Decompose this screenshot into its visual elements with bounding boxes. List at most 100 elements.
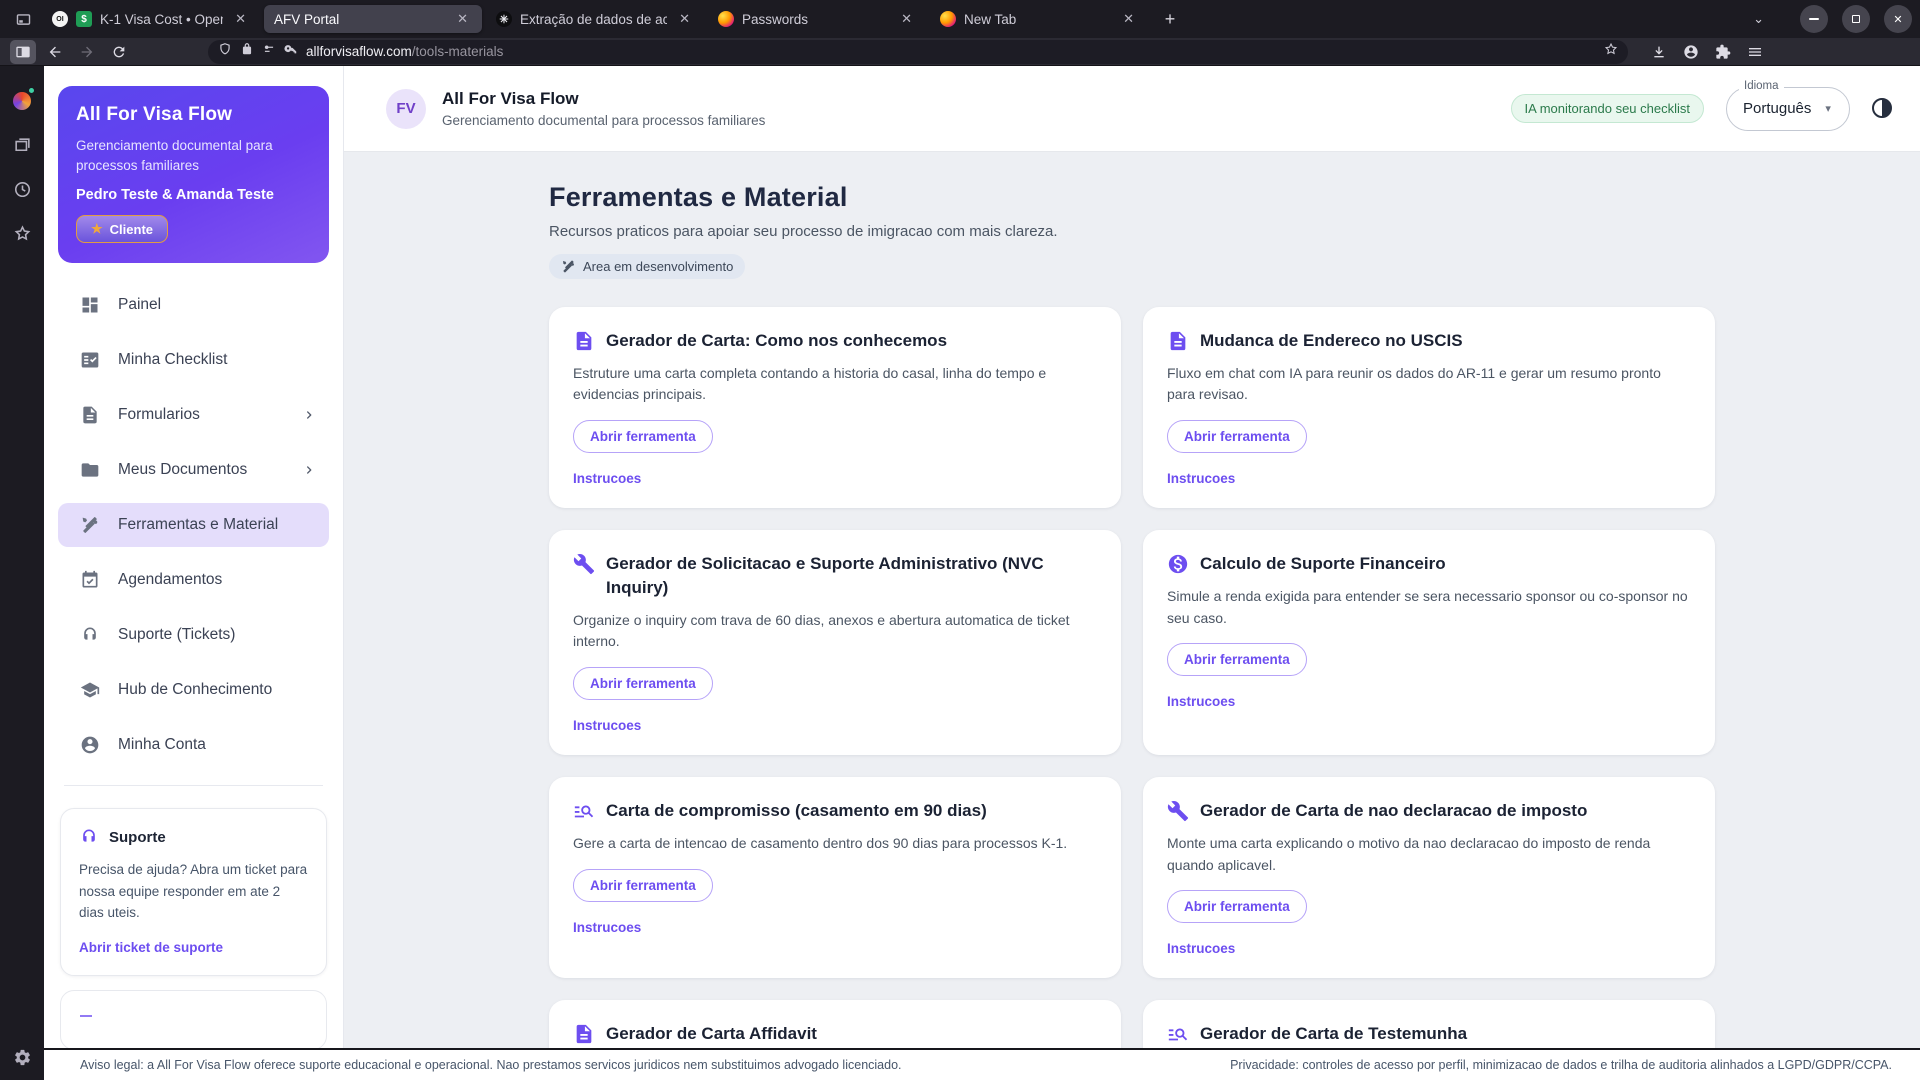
close-window-button[interactable]: ✕ — [1884, 5, 1912, 33]
key-icon[interactable] — [284, 42, 298, 61]
chevron-right-icon — [301, 462, 317, 478]
sidebar-item-label: Formularios — [118, 406, 301, 424]
sidebar-item-meus-documentos[interactable]: Meus Documentos — [58, 448, 329, 492]
instructions-link[interactable]: Instrucoes — [1167, 694, 1691, 709]
dev-area-badge: Area em desenvolvimento — [549, 254, 745, 279]
settings-gear-icon[interactable] — [11, 1046, 33, 1068]
legal-footer: Aviso legal: a All For Visa Flow oferece… — [44, 1048, 1920, 1080]
support-card-title: Suporte — [109, 829, 166, 846]
tool-card: Gerador de Carta de nao declaracao de im… — [1143, 777, 1715, 978]
sidebar-item-hub-de-conhecimento[interactable]: Hub de Conhecimento — [58, 668, 329, 712]
wrench-icon — [1167, 800, 1189, 822]
sidebar-item-ferramentas-e-material[interactable]: Ferramentas e Material — [58, 503, 329, 547]
tool-card-title: Gerador de Carta de nao declaracao de im… — [1200, 799, 1587, 823]
history-clock-icon[interactable] — [11, 178, 33, 200]
instructions-link[interactable]: Instrucoes — [573, 920, 1097, 935]
forward-button[interactable] — [74, 40, 100, 64]
browser-tab[interactable]: ✳Extração de dados de aco✕ — [486, 5, 704, 33]
language-select-label: Idioma — [1739, 80, 1784, 92]
open-tool-button[interactable]: Abrir ferramenta — [573, 869, 713, 902]
afv-portal-app: All For Visa Flow Gerenciamento document… — [44, 66, 1920, 1080]
tab-title: AFV Portal — [274, 12, 445, 27]
document-icon — [1167, 330, 1189, 352]
list-all-tabs-icon[interactable]: ⌄ — [1753, 11, 1764, 27]
dashboard-icon — [80, 295, 100, 315]
privacy-text: Privacidade: controles de acesso por per… — [1230, 1058, 1892, 1072]
sidebar-item-label: Minha Conta — [118, 736, 317, 754]
account-icon[interactable] — [1678, 40, 1704, 64]
open-tool-button[interactable]: Abrir ferramenta — [1167, 420, 1307, 453]
open-support-ticket-link[interactable]: Abrir ticket de suporte — [79, 940, 223, 955]
search-list-icon — [1167, 1023, 1189, 1045]
language-select-value: Português — [1743, 100, 1811, 117]
sidebar-item-agendamentos[interactable]: Agendamentos — [58, 558, 329, 602]
instructions-link[interactable]: Instrucoes — [1167, 941, 1691, 956]
theme-toggle-icon[interactable] — [1870, 96, 1896, 122]
maximize-button[interactable] — [1842, 5, 1870, 33]
tool-card-title: Carta de compromisso (casamento em 90 di… — [606, 799, 987, 823]
sidebar-item-formularios[interactable]: Formularios — [58, 393, 329, 437]
downloads-icon[interactable] — [1646, 40, 1672, 64]
open-tool-button[interactable]: Abrir ferramenta — [573, 420, 713, 453]
wrench-icon — [573, 553, 595, 575]
sidebar-item-painel[interactable]: Painel — [58, 283, 329, 327]
tab-close-icon[interactable]: ✕ — [1119, 10, 1138, 28]
new-tab-button[interactable]: + — [1156, 5, 1184, 33]
browser-tab[interactable]: AFV Portal ✕ — [264, 5, 482, 33]
page-title: Ferramentas e Material — [549, 182, 1715, 213]
open-tool-button[interactable]: Abrir ferramenta — [1167, 890, 1307, 923]
money-favicon-icon: $ — [76, 11, 92, 27]
open-tool-button[interactable]: Abrir ferramenta — [1167, 643, 1307, 676]
permissions-toggle-icon[interactable] — [262, 42, 276, 61]
extensions-puzzle-icon[interactable] — [1710, 40, 1736, 64]
language-select[interactable]: Idioma Português ▾ — [1726, 87, 1850, 131]
instructions-link[interactable]: Instrucoes — [573, 471, 1097, 486]
tool-card: Gerador de Carta: Como nos conhecemosEst… — [549, 307, 1121, 508]
tool-card-description: Fluxo em chat com IA para reunir os dado… — [1167, 363, 1691, 406]
tool-card: Calculo de Suporte FinanceiroSimule a re… — [1143, 530, 1715, 755]
tab-list: OI$K-1 Visa Cost • Open V✕AFV Portal✕✳Ex… — [42, 0, 1152, 38]
sidebar-divider — [64, 785, 323, 786]
open-tool-button[interactable]: Abrir ferramenta — [573, 667, 713, 700]
browser-tab[interactable]: OI$K-1 Visa Cost • Open V✕ — [42, 5, 260, 33]
url-bar[interactable]: allforvisaflow.com/tools-materials — [208, 40, 1628, 64]
browser-side-rail — [0, 66, 44, 1080]
bookmark-star-icon[interactable] — [1604, 42, 1618, 61]
url-text[interactable]: allforvisaflow.com/tools-materials — [306, 44, 1596, 59]
brand-users: Pedro Teste & Amanda Teste — [76, 187, 311, 203]
firefox-favicon-icon — [718, 11, 734, 27]
tab-close-icon[interactable]: ✕ — [453, 10, 472, 28]
browser-tab[interactable]: Passwords✕ — [708, 5, 926, 33]
sidebar-toggle-icon[interactable] — [10, 40, 36, 64]
sidebar-item-suporte-tickets-[interactable]: Suporte (Tickets) — [58, 613, 329, 657]
client-badge: ★ Cliente — [76, 215, 168, 243]
minimize-button[interactable] — [1800, 5, 1828, 33]
app-header: FV All For Visa Flow Gerenciamento docum… — [344, 66, 1920, 152]
sidebar-item-label: Suporte (Tickets) — [118, 626, 317, 644]
firefox-view-icon[interactable] — [8, 6, 38, 32]
synced-tabs-icon[interactable] — [11, 134, 33, 156]
lock-icon[interactable] — [240, 42, 254, 61]
sidebar-item-minha-checklist[interactable]: Minha Checklist — [58, 338, 329, 382]
tool-card-description: Simule a renda exigida para entender se … — [1167, 586, 1691, 629]
sidebar-item-minha-conta[interactable]: Minha Conta — [58, 723, 329, 767]
back-button[interactable] — [42, 40, 68, 64]
instructions-link[interactable]: Instrucoes — [573, 718, 1097, 733]
browser-tab[interactable]: New Tab✕ — [930, 5, 1148, 33]
tab-close-icon[interactable]: ✕ — [897, 10, 916, 28]
reload-button[interactable] — [106, 40, 132, 64]
tools-icon — [80, 515, 100, 535]
tool-card-title: Gerador de Carta de Testemunha — [1200, 1022, 1467, 1046]
bookmarks-star-icon[interactable] — [11, 222, 33, 244]
profile-icon[interactable] — [11, 90, 33, 112]
instructions-link[interactable]: Instrucoes — [1167, 471, 1691, 486]
tool-card-title: Gerador de Carta: Como nos conhecemos — [606, 329, 947, 353]
menu-hamburger-icon[interactable] — [1742, 40, 1768, 64]
tool-card-title: Gerador de Carta Affidavit — [606, 1022, 817, 1046]
ai-monitoring-badge: IA monitorando seu checklist — [1511, 94, 1704, 123]
graduation-cap-icon — [80, 680, 100, 700]
shield-icon[interactable] — [218, 42, 232, 61]
tool-card-title: Mudanca de Endereco no USCIS — [1200, 329, 1463, 353]
tab-close-icon[interactable]: ✕ — [231, 10, 250, 28]
tab-close-icon[interactable]: ✕ — [675, 10, 694, 28]
